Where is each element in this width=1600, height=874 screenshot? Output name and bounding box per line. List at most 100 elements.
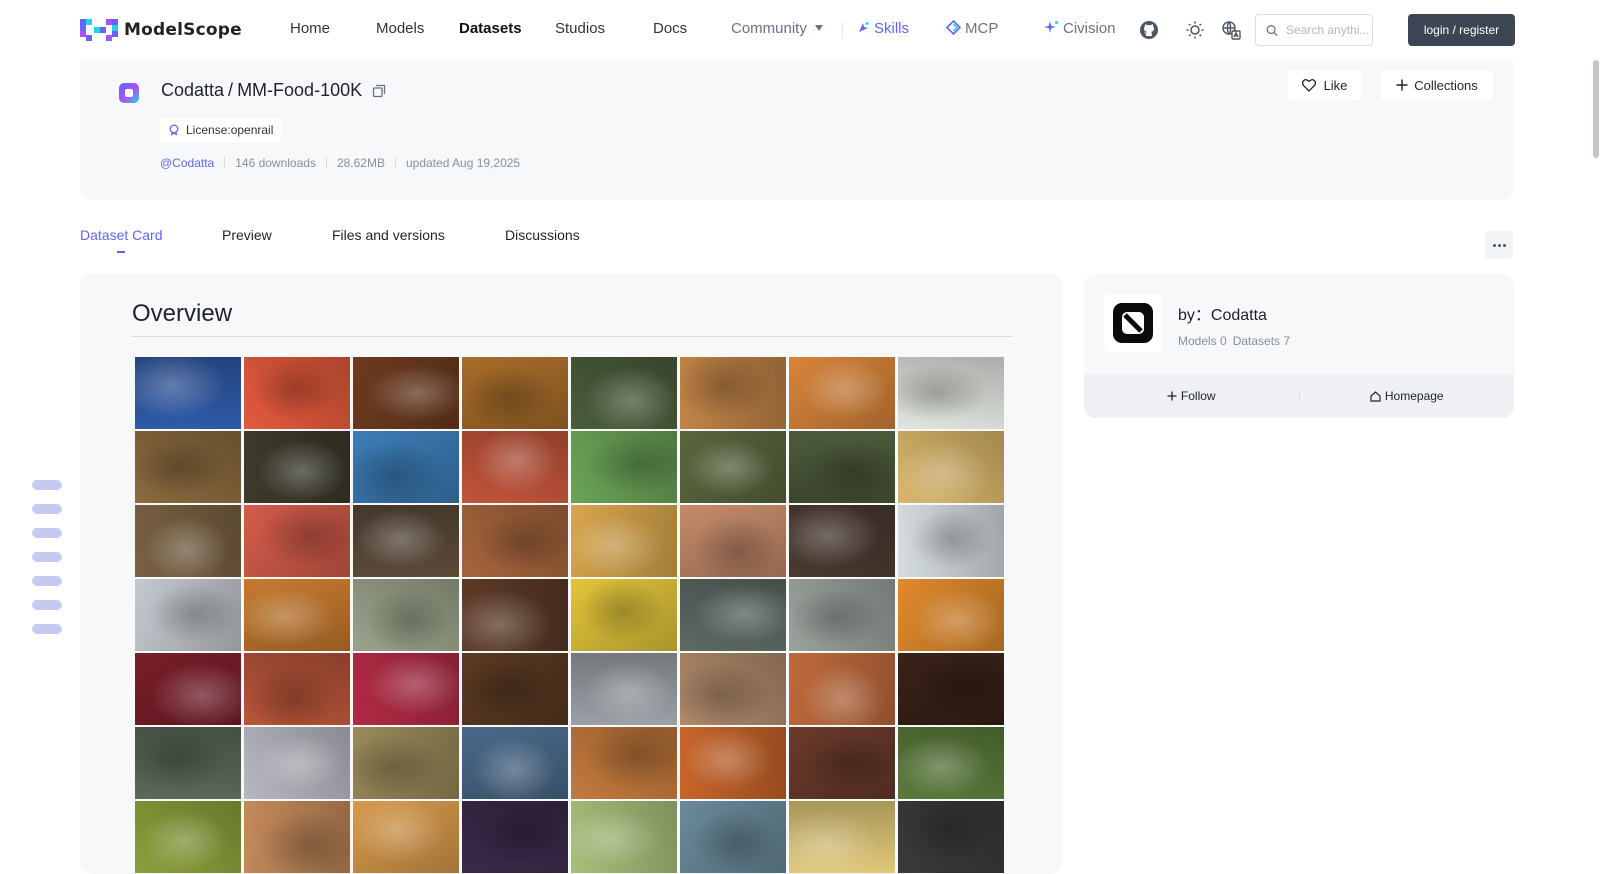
homepage-button[interactable]: Homepage [1300, 389, 1515, 403]
nav-datasets[interactable]: Datasets [459, 20, 522, 37]
page-scrollbar[interactable] [1593, 60, 1599, 158]
copy-icon[interactable] [372, 84, 386, 98]
table-of-contents[interactable] [32, 480, 62, 634]
models-count[interactable]: Models 0 [1178, 334, 1227, 348]
nav-mcp[interactable]: MCP [945, 19, 999, 37]
search-box[interactable] [1255, 14, 1373, 46]
food-image [244, 357, 350, 429]
logo-mark-icon [80, 19, 118, 41]
nav-skills[interactable]: Skills [857, 20, 909, 37]
toc-item[interactable] [32, 624, 62, 634]
nav-community[interactable]: Community [731, 20, 823, 37]
license-icon [169, 124, 179, 136]
datasets-count[interactable]: Datasets 7 [1233, 334, 1290, 348]
license-label: License:openrail [186, 123, 274, 137]
overview-heading: Overview [132, 300, 233, 327]
tab-files-and-versions[interactable]: Files and versions [332, 227, 445, 243]
dataset-icon [119, 83, 139, 103]
food-image [898, 801, 1004, 873]
more-icon [1492, 243, 1496, 247]
food-image [571, 801, 677, 873]
download-count: 146 downloads [235, 156, 316, 170]
food-image [571, 727, 677, 799]
toc-item[interactable] [32, 528, 62, 538]
food-image [353, 431, 459, 503]
avatar[interactable] [1104, 294, 1162, 352]
toc-item[interactable] [32, 600, 62, 610]
logo-text: ModelScope [124, 20, 242, 40]
food-image [898, 357, 1004, 429]
nav-civision-label: Civision [1063, 20, 1116, 37]
food-image [571, 357, 677, 429]
food-image [244, 727, 350, 799]
food-image [898, 431, 1004, 503]
modelscope-logo[interactable]: ModelScope [80, 18, 242, 42]
login-register-button[interactable]: login / register [1408, 14, 1515, 46]
dataset-meta: @Codatta 146 downloads 28.62MB updated A… [160, 156, 520, 170]
food-image [462, 653, 568, 725]
meta-divider [394, 157, 396, 169]
homepage-label: Homepage [1384, 389, 1444, 403]
food-image [680, 801, 786, 873]
tab-discussions[interactable]: Discussions [505, 227, 580, 243]
nav-models[interactable]: Models [376, 20, 424, 37]
food-image [680, 727, 786, 799]
food-image [135, 579, 241, 651]
nav-home[interactable]: Home [290, 20, 330, 37]
toc-item[interactable] [32, 480, 62, 490]
food-image [353, 357, 459, 429]
dataset-size: 28.62MB [336, 156, 385, 170]
nav-civision[interactable]: Civision [1044, 20, 1116, 37]
nav-divider [842, 22, 843, 38]
collections-label: Collections [1414, 77, 1478, 93]
collections-button[interactable]: Collections [1381, 70, 1493, 100]
heart-icon [1301, 78, 1316, 92]
nav-mcp-label: MCP [965, 20, 999, 37]
toc-item[interactable] [32, 504, 62, 514]
food-image [462, 357, 568, 429]
food-image [353, 653, 459, 725]
more-options-button[interactable] [1485, 231, 1513, 259]
toc-item[interactable] [32, 576, 62, 586]
food-image [353, 801, 459, 873]
home-icon [1370, 390, 1381, 402]
food-image [680, 653, 786, 725]
search-icon [1266, 24, 1278, 36]
tab-dataset-card[interactable]: Dataset Card [80, 227, 162, 243]
sparkle-icon [1044, 21, 1058, 33]
food-image [898, 727, 1004, 799]
search-input[interactable] [1286, 23, 1372, 37]
food-image [789, 801, 895, 873]
like-button[interactable]: Like [1288, 70, 1361, 100]
nav-community-label: Community [731, 20, 807, 37]
overview-divider [132, 336, 1012, 337]
food-image [135, 505, 241, 577]
food-image [135, 357, 241, 429]
food-image [462, 727, 568, 799]
food-image [789, 579, 895, 651]
dataset-owner[interactable]: Codatta [161, 80, 224, 101]
food-image [789, 727, 895, 799]
toc-item[interactable] [32, 552, 62, 562]
follow-button[interactable]: Follow [1084, 389, 1299, 403]
github-icon[interactable] [1138, 19, 1160, 41]
dataset-author-link[interactable]: @Codatta [160, 156, 214, 170]
food-image [462, 505, 568, 577]
food-image [680, 431, 786, 503]
food-image [135, 801, 241, 873]
theme-toggle-icon[interactable] [1184, 19, 1206, 41]
food-image [680, 579, 786, 651]
tab-preview[interactable]: Preview [222, 227, 272, 243]
author-name[interactable]: by：Codatta [1178, 301, 1267, 325]
license-tag[interactable]: License:openrail [160, 118, 282, 142]
food-image [680, 505, 786, 577]
updated-date: updated Aug 19,2025 [405, 156, 521, 170]
nav-docs[interactable]: Docs [653, 20, 687, 37]
food-image [571, 431, 677, 503]
language-icon[interactable] [1220, 19, 1242, 41]
food-image [571, 579, 677, 651]
skills-icon [859, 22, 869, 32]
plus-icon [1167, 391, 1177, 401]
mcp-icon [945, 19, 962, 36]
nav-studios[interactable]: Studios [555, 20, 605, 37]
